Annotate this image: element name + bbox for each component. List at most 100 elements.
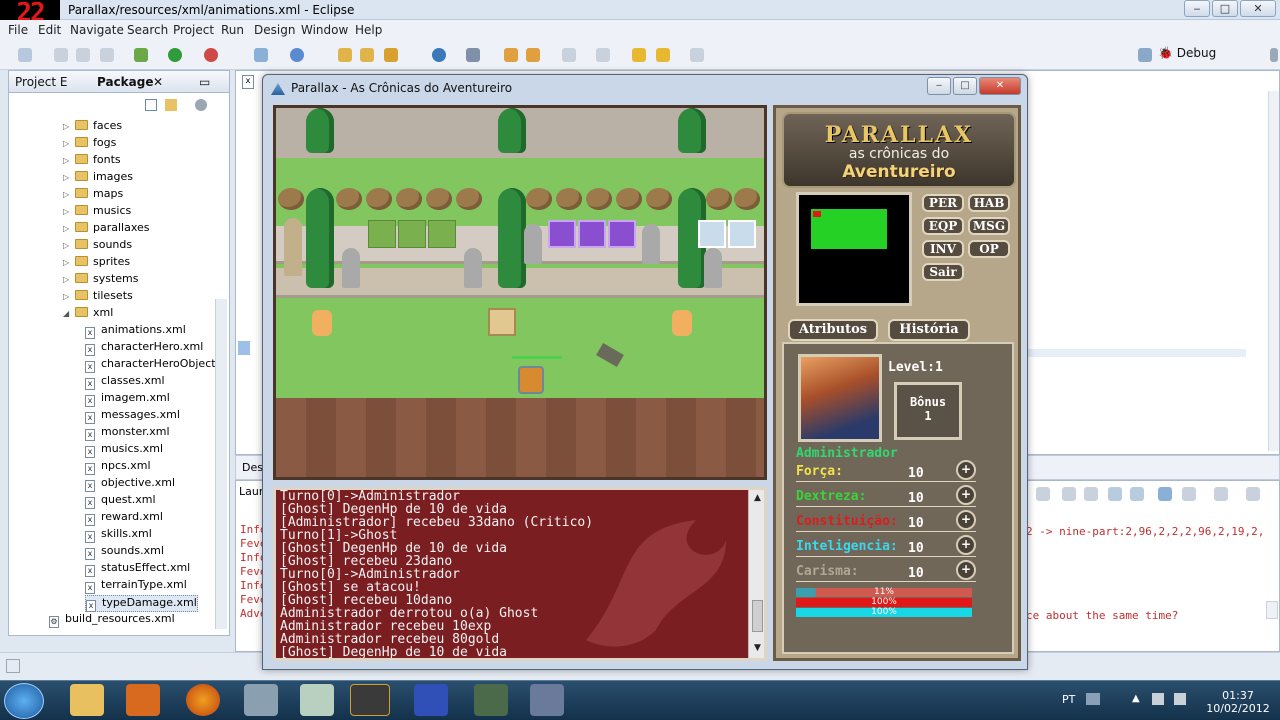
minimize-button[interactable]: ‒ bbox=[1184, 0, 1210, 17]
java-ee-ide-icon[interactable] bbox=[350, 684, 390, 716]
editor-scrollbar[interactable] bbox=[1268, 91, 1279, 451]
clock[interactable]: 01:37 10/02/2012 bbox=[1198, 689, 1278, 715]
menu-file[interactable]: File bbox=[8, 23, 28, 37]
forward-icon[interactable] bbox=[690, 48, 704, 62]
globe-icon[interactable] bbox=[432, 48, 446, 62]
menu-navigate[interactable]: Navigate bbox=[70, 23, 124, 37]
link-editor-icon[interactable] bbox=[165, 99, 177, 111]
terminal-icon[interactable] bbox=[474, 684, 508, 716]
expand-icon[interactable]: ▷ bbox=[63, 139, 71, 148]
open-type-icon[interactable] bbox=[338, 48, 352, 62]
menu-window[interactable]: Window bbox=[301, 23, 348, 37]
file-item[interactable]: x terrainType.xml bbox=[85, 578, 187, 595]
per-button[interactable]: PER bbox=[922, 194, 964, 212]
folder-faces[interactable]: ▷ faces bbox=[63, 119, 122, 136]
game-app-icon[interactable] bbox=[530, 684, 564, 716]
menu-project[interactable]: Project bbox=[173, 23, 214, 37]
run-icon[interactable] bbox=[168, 48, 182, 62]
game-map[interactable] bbox=[273, 105, 767, 480]
increase-stat-button[interactable]: + bbox=[956, 485, 976, 505]
eqp-button[interactable]: EQP bbox=[922, 217, 964, 235]
next-annotation-icon[interactable] bbox=[562, 48, 576, 62]
menu-edit[interactable]: Edit bbox=[38, 23, 61, 37]
tetris-icon[interactable] bbox=[414, 684, 448, 716]
file-item[interactable]: x statusEffect.xml bbox=[85, 561, 190, 578]
menu-search[interactable]: Search bbox=[127, 23, 168, 37]
file-item[interactable]: x skills.xml bbox=[85, 527, 152, 544]
expand-icon[interactable]: ▷ bbox=[63, 190, 71, 199]
tab-project-explorer[interactable]: Project E bbox=[15, 75, 67, 89]
folder-images[interactable]: ▷ images bbox=[63, 170, 133, 187]
remove-launch-icon[interactable] bbox=[1036, 487, 1050, 501]
maximize-button[interactable]: □ bbox=[1212, 0, 1238, 17]
increase-stat-button[interactable]: + bbox=[956, 535, 976, 555]
new-icon[interactable] bbox=[18, 48, 32, 62]
increase-stat-button[interactable]: + bbox=[956, 510, 976, 530]
previous-annotation-icon[interactable] bbox=[596, 48, 610, 62]
new-project-icon[interactable] bbox=[254, 48, 268, 62]
close-tab-icon[interactable]: ✕ bbox=[153, 75, 163, 89]
tools-icon[interactable] bbox=[244, 684, 278, 716]
file-item[interactable]: x quest.xml bbox=[85, 493, 156, 510]
file-item[interactable]: x monster.xml bbox=[85, 425, 170, 442]
folder-sounds[interactable]: ▷ sounds bbox=[63, 238, 132, 255]
inv-button[interactable]: INV bbox=[922, 240, 964, 258]
print-icon[interactable] bbox=[100, 48, 114, 62]
player-character[interactable] bbox=[518, 366, 544, 394]
open-folder-icon[interactable] bbox=[360, 48, 374, 62]
game-minimize-button[interactable]: ‒ bbox=[927, 77, 951, 95]
folder-parallaxes[interactable]: ▷ parallaxes bbox=[63, 221, 150, 238]
tab-package[interactable]: Package bbox=[97, 75, 154, 89]
op-button[interactable]: OP bbox=[968, 240, 1010, 258]
volume-icon[interactable] bbox=[1174, 693, 1186, 705]
back-icon[interactable] bbox=[632, 48, 646, 62]
toolbar-overflow-icon[interactable] bbox=[1270, 48, 1278, 62]
media-player-icon[interactable] bbox=[126, 684, 160, 716]
app-icon[interactable] bbox=[300, 684, 334, 716]
back-history-icon[interactable] bbox=[656, 48, 670, 62]
perspective-debug[interactable]: 🐞 Debug bbox=[1158, 46, 1216, 60]
explorer-icon[interactable] bbox=[70, 684, 104, 716]
increase-stat-button[interactable]: + bbox=[956, 560, 976, 580]
sair-button[interactable]: Sair bbox=[922, 263, 964, 281]
folder-fogs[interactable]: ▷ fogs bbox=[63, 136, 116, 153]
folder-fonts[interactable]: ▷ fonts bbox=[63, 153, 121, 170]
folder-systems[interactable]: ▷ systems bbox=[63, 272, 139, 289]
file-item[interactable]: x npcs.xml bbox=[85, 459, 151, 476]
file-item[interactable]: x imagem.xml bbox=[85, 391, 170, 408]
hab-button[interactable]: HAB bbox=[968, 194, 1010, 212]
open-console-icon[interactable] bbox=[1214, 487, 1228, 501]
increase-stat-button[interactable]: + bbox=[956, 460, 976, 480]
tab-atributos[interactable]: Atributos bbox=[788, 319, 878, 341]
show-stderr-icon[interactable] bbox=[1130, 487, 1144, 501]
msg-button[interactable]: MSG bbox=[968, 217, 1010, 235]
clear-console-icon[interactable] bbox=[1062, 487, 1076, 501]
npc-girl-right[interactable] bbox=[672, 310, 692, 336]
minimize-view-icon[interactable]: ▭ bbox=[199, 75, 210, 89]
minimize-console-icon[interactable] bbox=[1246, 487, 1260, 501]
expand-icon[interactable]: ▷ bbox=[63, 173, 71, 182]
folder-xml[interactable]: ◢ xml bbox=[63, 306, 113, 323]
view-menu-icon[interactable] bbox=[195, 99, 207, 111]
folder-maps[interactable]: ▷ maps bbox=[63, 187, 123, 204]
xml-editor-tab-icon[interactable]: x bbox=[242, 75, 254, 89]
start-button[interactable] bbox=[4, 683, 44, 719]
collapse-all-icon[interactable] bbox=[145, 99, 157, 111]
close-button[interactable]: ✕ bbox=[1240, 0, 1276, 17]
battle-log-scrollbar[interactable]: ▲ ▼ bbox=[748, 490, 764, 658]
scroll-up-icon[interactable]: ▲ bbox=[751, 492, 764, 505]
search-icon[interactable] bbox=[466, 48, 480, 62]
tab-historia[interactable]: História bbox=[888, 319, 970, 341]
show-stdout-icon[interactable] bbox=[1108, 487, 1122, 501]
game-close-button[interactable]: ✕ bbox=[979, 77, 1021, 95]
scroll-lock-icon[interactable] bbox=[1084, 487, 1098, 501]
file-item[interactable]: x characterHero.xml bbox=[85, 340, 203, 357]
expand-icon[interactable]: ▷ bbox=[63, 292, 71, 301]
npc-girl-left[interactable] bbox=[312, 310, 332, 336]
left-panel-scrollbar[interactable] bbox=[215, 299, 227, 629]
menu-run[interactable]: Run bbox=[221, 23, 244, 37]
folder-sprites[interactable]: ▷ sprites bbox=[63, 255, 130, 272]
firefox-icon[interactable] bbox=[186, 684, 220, 716]
menu-design[interactable]: Design bbox=[254, 23, 295, 37]
pin-console-icon[interactable] bbox=[1158, 487, 1172, 501]
